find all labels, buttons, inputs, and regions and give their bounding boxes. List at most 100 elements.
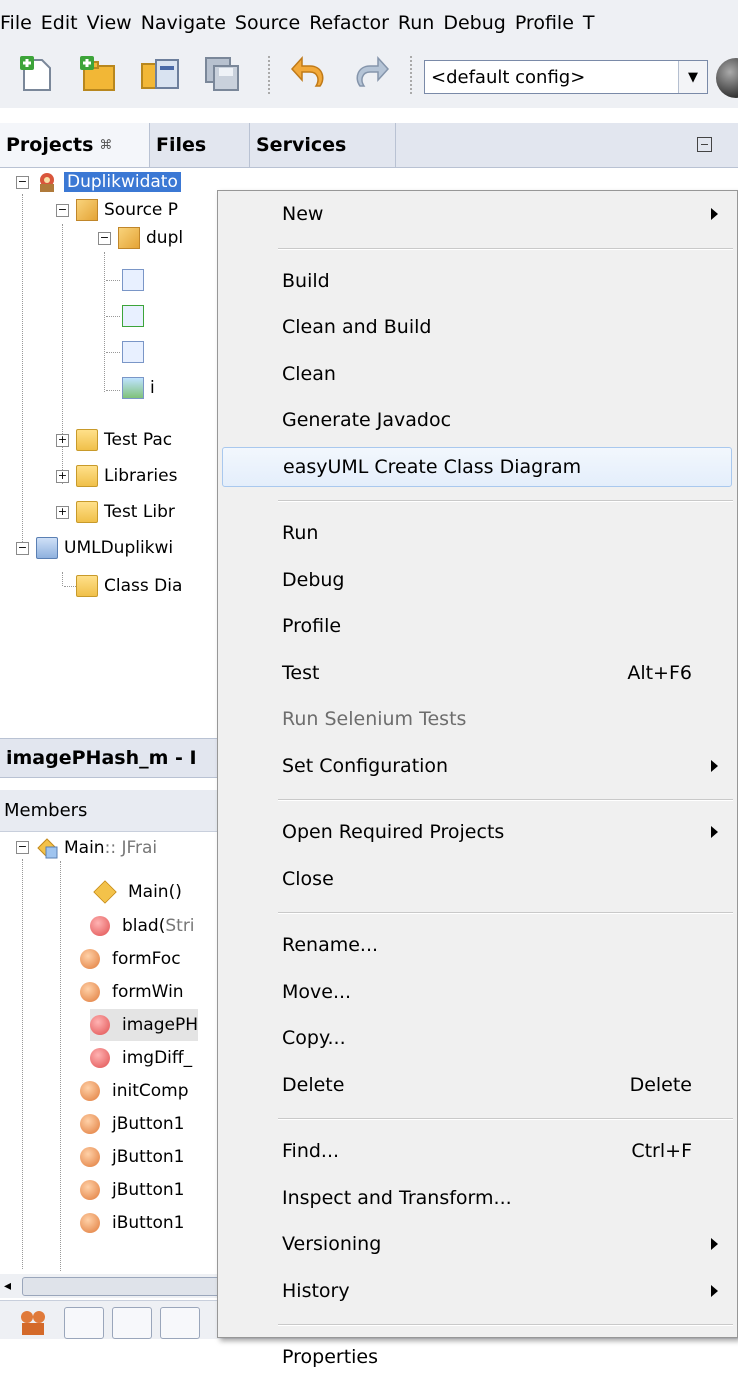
- menu-run[interactable]: Run: [398, 12, 443, 34]
- menu-item-find[interactable]: Find... Ctrl+F: [222, 1131, 732, 1171]
- menu-item-test[interactable]: Test Alt+F6: [222, 653, 732, 693]
- tree-item-label: dupl: [146, 228, 184, 248]
- chevron-down-icon[interactable]: ▼: [678, 61, 707, 93]
- menu-file[interactable]: File: [0, 12, 41, 34]
- menu-item-clean[interactable]: Clean: [222, 354, 732, 394]
- tree-item-test-libraries[interactable]: Test Libr: [76, 498, 175, 526]
- scroll-left-icon[interactable]: ◂: [4, 1278, 11, 1294]
- tab-files[interactable]: Files: [150, 123, 250, 167]
- collapse-toggle[interactable]: −: [56, 204, 69, 217]
- menu-edit[interactable]: Edit: [41, 12, 87, 34]
- uml-project-icon: [36, 537, 58, 559]
- menu-item-label: Profile: [282, 615, 342, 637]
- filter-toggle-button[interactable]: [160, 1307, 200, 1339]
- expand-toggle[interactable]: +: [56, 434, 69, 447]
- tree-item-source-packages[interactable]: Source P: [76, 196, 178, 224]
- tree-item-label: UMLDuplikwi: [64, 538, 174, 558]
- menu-item-rename[interactable]: Rename...: [222, 925, 732, 965]
- tree-item-class[interactable]: [122, 266, 150, 294]
- member-item[interactable]: iButton1: [80, 1207, 184, 1239]
- tree-item-label: i: [150, 378, 155, 398]
- menu-separator: [278, 799, 733, 801]
- menu-item-open-required-projects[interactable]: Open Required Projects: [222, 812, 732, 852]
- menu-item-debug[interactable]: Debug: [222, 560, 732, 600]
- member-item[interactable]: Main(): [93, 876, 182, 908]
- collapse-toggle[interactable]: −: [16, 176, 29, 189]
- menu-item-set-configuration[interactable]: Set Configuration: [222, 746, 732, 786]
- menu-refactor[interactable]: Refactor: [309, 12, 398, 34]
- member-item[interactable]: imgDiff_: [90, 1042, 192, 1074]
- menu-item-run-selenium-tests[interactable]: Run Selenium Tests: [222, 699, 732, 739]
- menu-item-new[interactable]: New: [222, 194, 732, 234]
- configuration-select[interactable]: <default config> ▼: [424, 60, 708, 94]
- menu-item-copy[interactable]: Copy...: [222, 1018, 732, 1058]
- expand-toggle[interactable]: +: [56, 506, 69, 519]
- member-item[interactable]: imagePH: [90, 1009, 198, 1041]
- java-class-icon: [122, 341, 144, 363]
- filter-toggle-button[interactable]: [64, 1307, 104, 1339]
- member-item[interactable]: jButton1: [80, 1108, 184, 1140]
- menu-profile[interactable]: Profile: [515, 12, 583, 34]
- undo-icon[interactable]: [290, 54, 330, 94]
- menu-item-label: Run Selenium Tests: [282, 708, 467, 730]
- tree-item-class-diagrams[interactable]: Class Dia: [76, 572, 182, 600]
- member-item[interactable]: formWin: [80, 976, 184, 1008]
- project-context-menu: New Build Clean and Build Clean Generate Jav…: [217, 190, 738, 1368]
- tree-item-libraries[interactable]: Libraries: [76, 462, 177, 490]
- menu-item-generate-javadoc[interactable]: Generate Javadoc: [222, 400, 732, 440]
- menu-navigate[interactable]: Navigate: [141, 12, 235, 34]
- collapse-toggle[interactable]: −: [98, 232, 111, 245]
- menu-source[interactable]: Source: [235, 12, 309, 34]
- menu-item-build[interactable]: Build: [222, 261, 732, 301]
- menu-view[interactable]: View: [87, 12, 141, 34]
- redo-icon[interactable]: [350, 54, 390, 94]
- tree-item-package[interactable]: dupl: [118, 224, 183, 252]
- menu-item-run[interactable]: Run: [222, 513, 732, 553]
- tree-item-test-packages[interactable]: Test Pac: [76, 426, 172, 454]
- tree-item-project[interactable]: Duplikwidato: [36, 168, 181, 196]
- collapse-toggle[interactable]: −: [16, 841, 29, 854]
- run-globe-icon[interactable]: [716, 58, 738, 98]
- menu-item-inspect-and-transform[interactable]: Inspect and Transform...: [222, 1178, 732, 1218]
- private-method-icon: [80, 982, 100, 1002]
- tab-projects[interactable]: Projects ⌘: [0, 123, 150, 167]
- member-item[interactable]: jButton1: [80, 1141, 184, 1173]
- tab-services-label: Services: [256, 134, 347, 156]
- toolbar-separator: [268, 56, 270, 96]
- close-tab-icon[interactable]: ⌘: [99, 138, 112, 153]
- tree-item-image-file[interactable]: i: [122, 374, 155, 402]
- inherited-members-icon[interactable]: [18, 1307, 48, 1337]
- filter-toggle-button[interactable]: [112, 1307, 152, 1339]
- member-label: imagePH: [122, 1015, 198, 1035]
- member-item[interactable]: initComp: [80, 1075, 189, 1107]
- menu-item-clean-and-build[interactable]: Clean and Build: [222, 307, 732, 347]
- member-params: Stri: [165, 916, 195, 936]
- member-item[interactable]: formFoc: [80, 943, 181, 975]
- collapse-toggle[interactable]: −: [16, 542, 29, 555]
- new-file-icon[interactable]: [16, 54, 56, 94]
- tree-item-main-class[interactable]: [122, 302, 150, 330]
- member-root-main[interactable]: Main :: JFrai: [36, 833, 157, 863]
- menu-item-close[interactable]: Close: [222, 859, 732, 899]
- new-project-icon[interactable]: [78, 54, 118, 94]
- tab-services[interactable]: Services: [250, 123, 396, 167]
- menu-item-properties[interactable]: Properties: [222, 1337, 732, 1377]
- member-item[interactable]: jButton1: [80, 1174, 184, 1206]
- menu-item-profile[interactable]: Profile: [222, 606, 732, 646]
- menu-item-label: Build: [282, 269, 330, 292]
- minimize-window-icon[interactable]: [697, 137, 712, 152]
- menu-item-versioning[interactable]: Versioning: [222, 1224, 732, 1264]
- menu-item-history[interactable]: History: [222, 1271, 732, 1311]
- menu-item-move[interactable]: Move...: [222, 972, 732, 1012]
- save-all-icon[interactable]: [202, 54, 242, 94]
- menu-item-delete[interactable]: Delete Delete: [222, 1065, 732, 1105]
- open-project-icon[interactable]: [140, 54, 180, 94]
- expand-toggle[interactable]: +: [56, 470, 69, 483]
- projects-tab-bar: Projects ⌘ Files Services: [0, 123, 738, 168]
- tree-item-uml-project[interactable]: UMLDuplikwi: [36, 534, 173, 562]
- menu-debug[interactable]: Debug: [443, 12, 514, 34]
- tree-item-class[interactable]: [122, 338, 150, 366]
- menu-team[interactable]: T: [583, 12, 604, 34]
- member-item[interactable]: blad(Stri: [90, 910, 195, 942]
- menu-item-easyuml-create-class-diagram[interactable]: easyUML Create Class Diagram: [222, 446, 732, 487]
